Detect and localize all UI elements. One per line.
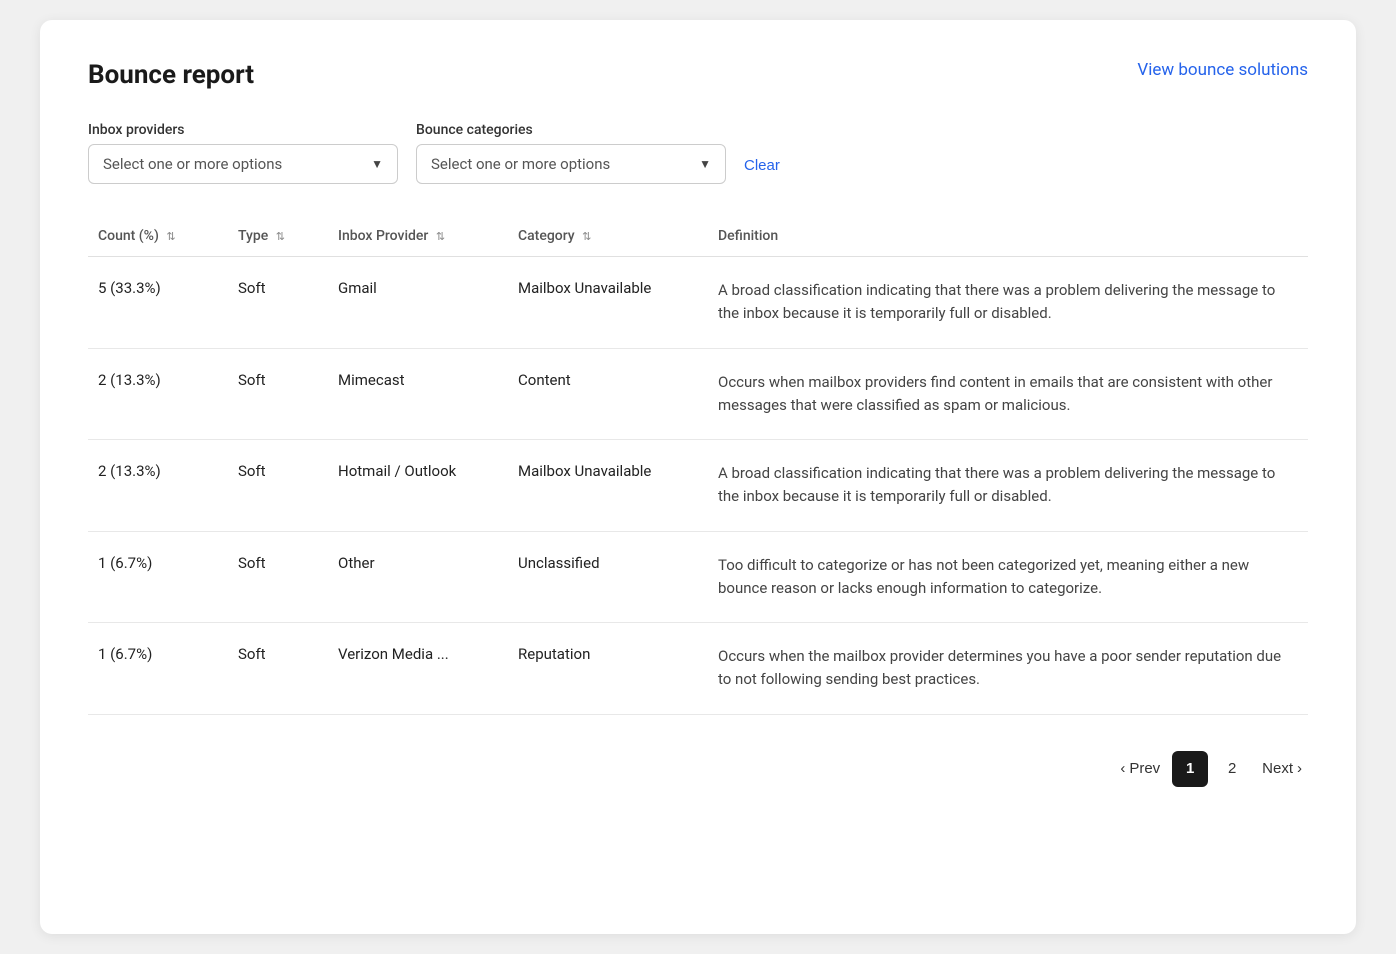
col-header-provider[interactable]: Inbox Provider ⇅ [328, 220, 508, 257]
col-header-type[interactable]: Type ⇅ [228, 220, 328, 257]
cell-definition-3: Too difficult to categorize or has not b… [708, 531, 1308, 623]
sort-icon-category: ⇅ [582, 230, 591, 243]
table-header-row: Count (%) ⇅ Type ⇅ Inbox Provider ⇅ Cate… [88, 220, 1308, 257]
cell-count-0: 5 (33.3%) [88, 257, 228, 349]
sort-icon-provider: ⇅ [436, 230, 445, 243]
table-row: 2 (13.3%) Soft Mimecast Content Occurs w… [88, 348, 1308, 440]
page-title: Bounce report [88, 60, 254, 90]
cell-type-4: Soft [228, 623, 328, 715]
cell-provider-1: Mimecast [328, 348, 508, 440]
next-page-button[interactable]: Next › [1256, 760, 1308, 777]
cell-definition-2: A broad classification indicating that t… [708, 440, 1308, 532]
cell-provider-0: Gmail [328, 257, 508, 349]
sort-icon-type: ⇅ [276, 230, 285, 243]
bounce-categories-filter-group: Bounce categories Select one or more opt… [416, 122, 726, 184]
bounce-categories-label: Bounce categories [416, 122, 726, 138]
cell-category-2: Mailbox Unavailable [508, 440, 708, 532]
page-2-button[interactable]: 2 [1214, 751, 1250, 787]
inbox-providers-placeholder: Select one or more options [103, 155, 282, 173]
cell-count-2: 2 (13.3%) [88, 440, 228, 532]
pagination: ‹ Prev 1 2 Next › [88, 751, 1308, 787]
col-header-definition: Definition [708, 220, 1308, 257]
cell-count-4: 1 (6.7%) [88, 623, 228, 715]
cell-category-3: Unclassified [508, 531, 708, 623]
cell-provider-2: Hotmail / Outlook [328, 440, 508, 532]
cell-definition-4: Occurs when the mailbox provider determi… [708, 623, 1308, 715]
bounce-table-container: Count (%) ⇅ Type ⇅ Inbox Provider ⇅ Cate… [88, 220, 1308, 715]
cell-type-1: Soft [228, 348, 328, 440]
cell-type-2: Soft [228, 440, 328, 532]
inbox-providers-dropdown[interactable]: Select one or more options ▼ [88, 144, 398, 184]
cell-category-0: Mailbox Unavailable [508, 257, 708, 349]
cell-count-1: 2 (13.3%) [88, 348, 228, 440]
bounce-categories-chevron-icon: ▼ [699, 157, 711, 171]
cell-category-4: Reputation [508, 623, 708, 715]
inbox-providers-filter-group: Inbox providers Select one or more optio… [88, 122, 398, 184]
page-1-button[interactable]: 1 [1172, 751, 1208, 787]
inbox-providers-label: Inbox providers [88, 122, 398, 138]
prev-label: Prev [1129, 760, 1160, 777]
view-bounce-solutions-link[interactable]: View bounce solutions [1137, 60, 1308, 80]
cell-definition-1: Occurs when mailbox providers find conte… [708, 348, 1308, 440]
cell-type-0: Soft [228, 257, 328, 349]
table-row: 2 (13.3%) Soft Hotmail / Outlook Mailbox… [88, 440, 1308, 532]
next-arrow-icon: › [1297, 760, 1302, 777]
clear-filters-button[interactable]: Clear [744, 157, 780, 184]
col-header-count[interactable]: Count (%) ⇅ [88, 220, 228, 257]
next-label: Next [1262, 760, 1293, 777]
table-row: 1 (6.7%) Soft Other Unclassified Too dif… [88, 531, 1308, 623]
sort-icon-count: ⇅ [166, 230, 175, 243]
cell-type-3: Soft [228, 531, 328, 623]
cell-count-3: 1 (6.7%) [88, 531, 228, 623]
cell-provider-4: Verizon Media ... [328, 623, 508, 715]
table-row: 1 (6.7%) Soft Verizon Media ... Reputati… [88, 623, 1308, 715]
bounce-categories-dropdown[interactable]: Select one or more options ▼ [416, 144, 726, 184]
cell-provider-3: Other [328, 531, 508, 623]
page-header: Bounce report View bounce solutions [88, 60, 1308, 90]
bounce-table: Count (%) ⇅ Type ⇅ Inbox Provider ⇅ Cate… [88, 220, 1308, 715]
filters-bar: Inbox providers Select one or more optio… [88, 122, 1308, 184]
cell-definition-0: A broad classification indicating that t… [708, 257, 1308, 349]
bounce-report-card: Bounce report View bounce solutions Inbo… [40, 20, 1356, 934]
bounce-categories-placeholder: Select one or more options [431, 155, 610, 173]
col-header-category[interactable]: Category ⇅ [508, 220, 708, 257]
prev-page-button[interactable]: ‹ Prev [1114, 760, 1166, 777]
table-row: 5 (33.3%) Soft Gmail Mailbox Unavailable… [88, 257, 1308, 349]
cell-category-1: Content [508, 348, 708, 440]
inbox-providers-chevron-icon: ▼ [371, 157, 383, 171]
prev-arrow-icon: ‹ [1120, 760, 1125, 777]
